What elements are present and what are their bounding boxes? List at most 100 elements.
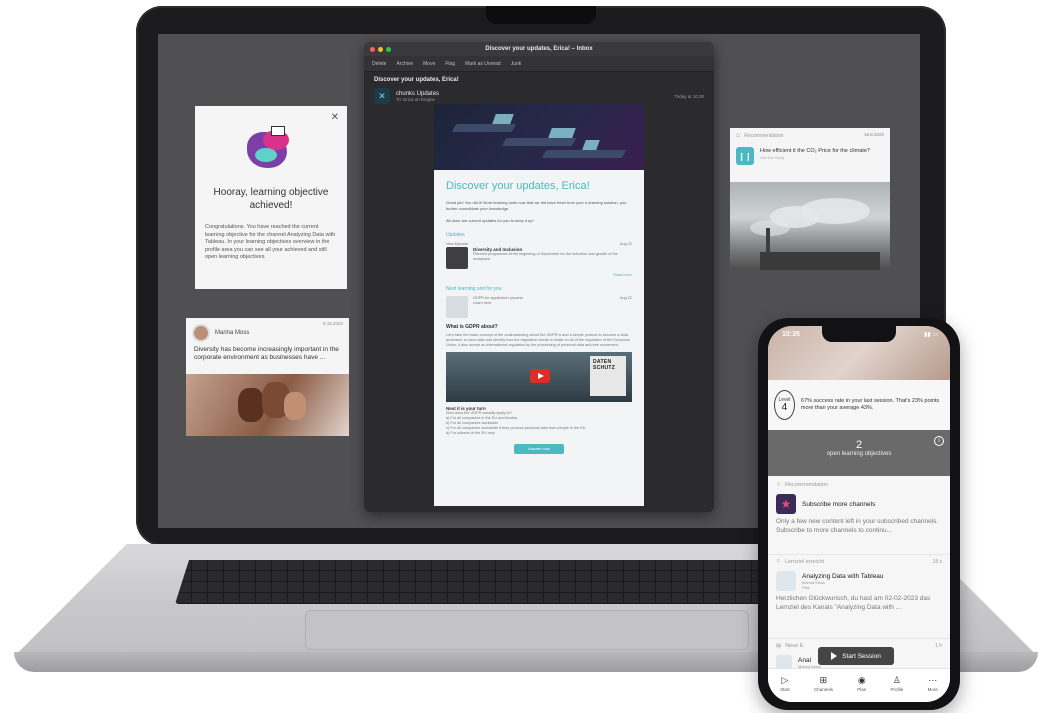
laptop-trackpad bbox=[305, 610, 749, 650]
nav-profile[interactable]: ♙ Profile bbox=[891, 675, 904, 692]
phone-notch bbox=[822, 326, 896, 342]
post-date: 8.10.2022 bbox=[322, 321, 343, 326]
recommendation-title: Subscribe more channels bbox=[802, 500, 876, 508]
star-icon: ☆ bbox=[776, 482, 781, 488]
option-d[interactable]: d) For citizens of the EU only bbox=[446, 431, 632, 436]
goal-title: Analyzing Data with Tableau bbox=[802, 572, 884, 580]
goal-icon bbox=[776, 571, 796, 591]
level-stats: 67% success rate in your last session. T… bbox=[800, 397, 940, 412]
recommendation-head: ☆ Recommendation bbox=[776, 482, 829, 488]
video-player[interactable]: DATEN SCHUTZ bbox=[446, 352, 632, 402]
info-icon[interactable]: i bbox=[934, 436, 944, 446]
recommendation-question: How efficient it the CO₂ Price for the c… bbox=[760, 148, 870, 154]
update-text: Planned programme at the beginning of Se… bbox=[473, 252, 618, 261]
sender-logo-icon: ✕ bbox=[374, 88, 390, 104]
email-content: Discover your updates, Erica! Great job!… bbox=[434, 170, 644, 464]
play-icon[interactable] bbox=[530, 369, 550, 383]
level-panel: Level 4 67% success rate in your last se… bbox=[768, 380, 950, 430]
goal-kind: Play bbox=[802, 584, 810, 590]
post-text: Diversity has become increasingly import… bbox=[194, 346, 339, 361]
achievement-text: Congratulations. You have reached the cu… bbox=[205, 224, 336, 260]
recommendation-sub: See the Story bbox=[760, 155, 785, 160]
nav-more[interactable]: ⋯ More bbox=[928, 675, 938, 692]
mail-toolbar: Delete Archive Move Flag Mark as Unread … bbox=[364, 56, 714, 72]
next-sub: Learn here bbox=[473, 301, 492, 305]
toolbar-junk[interactable]: Junk bbox=[511, 61, 522, 67]
toolbar-flag[interactable]: Flag bbox=[445, 61, 455, 67]
laptop-notch bbox=[486, 6, 596, 24]
update-thumbnail bbox=[446, 247, 468, 269]
audio-icon: ❙❙ bbox=[736, 147, 754, 165]
channel-star-icon: ★ bbox=[776, 494, 796, 514]
toolbar-delete[interactable]: Delete bbox=[372, 61, 386, 67]
battery-icon: ▮▮ ▭ bbox=[924, 332, 938, 338]
profile-icon: ♙ bbox=[892, 675, 901, 685]
plan-icon: ◉ bbox=[857, 675, 866, 685]
sender-to: To: Erica an Engine bbox=[396, 96, 436, 102]
email-hero-image bbox=[434, 104, 644, 170]
nav-channels[interactable]: ⊞ Channels bbox=[814, 675, 833, 692]
toolbar-archive[interactable]: Archive bbox=[396, 61, 413, 67]
news-icon: ▤ bbox=[776, 643, 782, 649]
channels-icon: ⊞ bbox=[819, 675, 828, 685]
recommendation-image bbox=[730, 182, 890, 270]
post-card[interactable]: Marina Moss 8.10.2022 Diversity has beco… bbox=[186, 318, 349, 436]
next-thumbnail bbox=[446, 296, 468, 318]
email-update-item[interactable]: Diversity and Inclusion Planned programm… bbox=[446, 247, 632, 269]
email-body: Discover your updates, Erica! Great job!… bbox=[434, 104, 644, 506]
next-date: Aug 22 bbox=[619, 296, 632, 300]
post-author: Marina Moss bbox=[215, 330, 250, 336]
bottom-nav: ▷ Start ⊞ Channels ◉ Plan ♙ Profile ⋯ More bbox=[768, 668, 950, 702]
recommendation-card[interactable]: ⌂ Recommendation 18.8.2022 ❙❙ How effici… bbox=[730, 128, 890, 270]
nav-start[interactable]: ▷ Start bbox=[780, 675, 790, 692]
close-icon[interactable]: ✕ bbox=[331, 112, 339, 123]
open-objectives-count: 2 bbox=[855, 439, 863, 451]
email-next-item[interactable]: GDPR for application process Learn here … bbox=[446, 296, 632, 318]
read-more-link[interactable]: Read more bbox=[446, 273, 632, 278]
email-intro-2: All done are current updates for you to … bbox=[446, 218, 534, 223]
start-session-button[interactable]: Start Session bbox=[818, 647, 894, 665]
email-section-updates: Updates bbox=[446, 232, 465, 238]
answer-button[interactable]: Answer now bbox=[514, 444, 564, 454]
open-objectives-panel[interactable]: i 2 open learning objectives bbox=[768, 430, 950, 476]
phone-screen: 10:35 ▮▮ ▭ Level 4 67% success rate in y… bbox=[768, 326, 950, 702]
mail-date: Today at 10:30 bbox=[674, 93, 704, 99]
recommendation-text: Only a few new content left in your subs… bbox=[776, 518, 939, 534]
level-badge: Level 4 bbox=[774, 390, 795, 420]
toolbar-move[interactable]: Move bbox=[423, 61, 435, 67]
recommendation-date: 18.8.2022 bbox=[863, 132, 884, 137]
mail-subject: Discover your updates, Erica! bbox=[374, 77, 459, 83]
recommendation-item: ★ Subscribe more channels bbox=[776, 494, 942, 514]
phone-goal[interactable]: ⚐ Lernziel erreicht 18 s Analyzing Data … bbox=[768, 554, 950, 638]
more-icon: ⋯ bbox=[928, 675, 938, 685]
email-section-next: Next learning unit for you bbox=[446, 286, 502, 292]
mail-window-title: Discover your updates, Erica! – Inbox bbox=[485, 46, 593, 52]
email-headline: Discover your updates, Erica! bbox=[446, 180, 590, 192]
toolbar-mark-unread[interactable]: Mark as Unread bbox=[465, 61, 501, 67]
video-sign: DATEN SCHUTZ bbox=[590, 356, 626, 396]
achievement-illustration bbox=[241, 124, 301, 176]
phone-time: 10:35 bbox=[782, 331, 800, 338]
start-icon: ▷ bbox=[781, 675, 789, 685]
recommendation-header: ⌂ Recommendation 18.8.2022 bbox=[730, 128, 890, 143]
phone-recommendation[interactable]: ☆ Recommendation ★ Subscribe more channe… bbox=[768, 478, 950, 552]
recommendation-label: Recommendation bbox=[744, 132, 784, 139]
mail-window: Discover your updates, Erica! – Inbox De… bbox=[364, 42, 714, 512]
flag-icon: ⚐ bbox=[776, 559, 781, 565]
achievement-title: Hooray, learning objective achieved! bbox=[213, 187, 329, 211]
goal-text: Herzlichen Glückwunsch, du hast am 02-02… bbox=[776, 595, 931, 611]
play-icon bbox=[831, 652, 838, 660]
question-text: Let's take the basic concept of the unde… bbox=[446, 333, 630, 347]
mail-titlebar: Discover your updates, Erica! – Inbox bbox=[364, 42, 714, 56]
home-icon: ⌂ bbox=[736, 132, 741, 139]
nav-plan[interactable]: ◉ Plan bbox=[857, 675, 866, 692]
stage: ✕ Hooray, learning objective achieved! C… bbox=[0, 0, 1051, 713]
open-objectives-label: open learning objectives bbox=[826, 451, 892, 457]
recommendation-row: ❙❙ How efficient it the CO₂ Price for th… bbox=[730, 143, 890, 169]
post-header: Marina Moss 8.10.2022 bbox=[186, 318, 349, 344]
goal-head: ⚐ Lernziel erreicht 18 s bbox=[776, 559, 942, 565]
avatar bbox=[192, 324, 210, 342]
email-question: What is GDPR about? bbox=[446, 324, 498, 330]
achievement-card: ✕ Hooray, learning objective achieved! C… bbox=[195, 106, 347, 289]
email-intro: Great job! You did it! More learning uni… bbox=[446, 200, 627, 211]
